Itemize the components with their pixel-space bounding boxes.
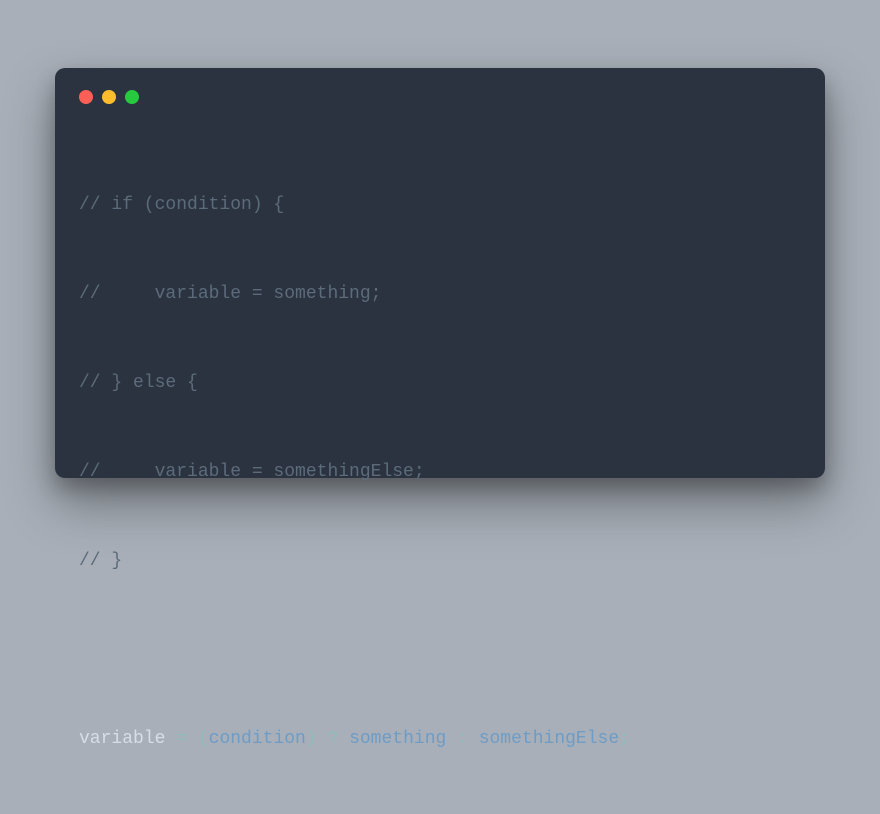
token-variable: variable	[79, 729, 165, 749]
token-true-value: something	[349, 729, 446, 749]
token-lparen: (	[198, 729, 209, 749]
comment-line: // variable = something;	[79, 280, 801, 310]
comment-line: // } else {	[79, 369, 801, 399]
blank-line	[79, 636, 801, 666]
ternary-line: variable = (condition) ? something : som…	[79, 725, 801, 755]
close-icon[interactable]	[79, 90, 93, 104]
token-false-value: somethingElse	[479, 729, 619, 749]
minimize-icon[interactable]	[102, 90, 116, 104]
token-semicolon: ;	[619, 729, 630, 749]
token-equals: =	[165, 729, 197, 749]
comment-line: // }	[79, 547, 801, 577]
token-condition: condition	[209, 729, 306, 749]
comment-line: // variable = somethingElse;	[79, 458, 801, 488]
token-rparen: )	[306, 729, 317, 749]
traffic-lights	[79, 90, 801, 104]
token-question: ?	[317, 729, 349, 749]
token-colon: :	[446, 729, 478, 749]
code-window: // if (condition) { // variable = someth…	[55, 68, 825, 478]
code-block: // if (condition) { // variable = someth…	[79, 132, 801, 814]
maximize-icon[interactable]	[125, 90, 139, 104]
comment-line: // if (condition) {	[79, 191, 801, 221]
